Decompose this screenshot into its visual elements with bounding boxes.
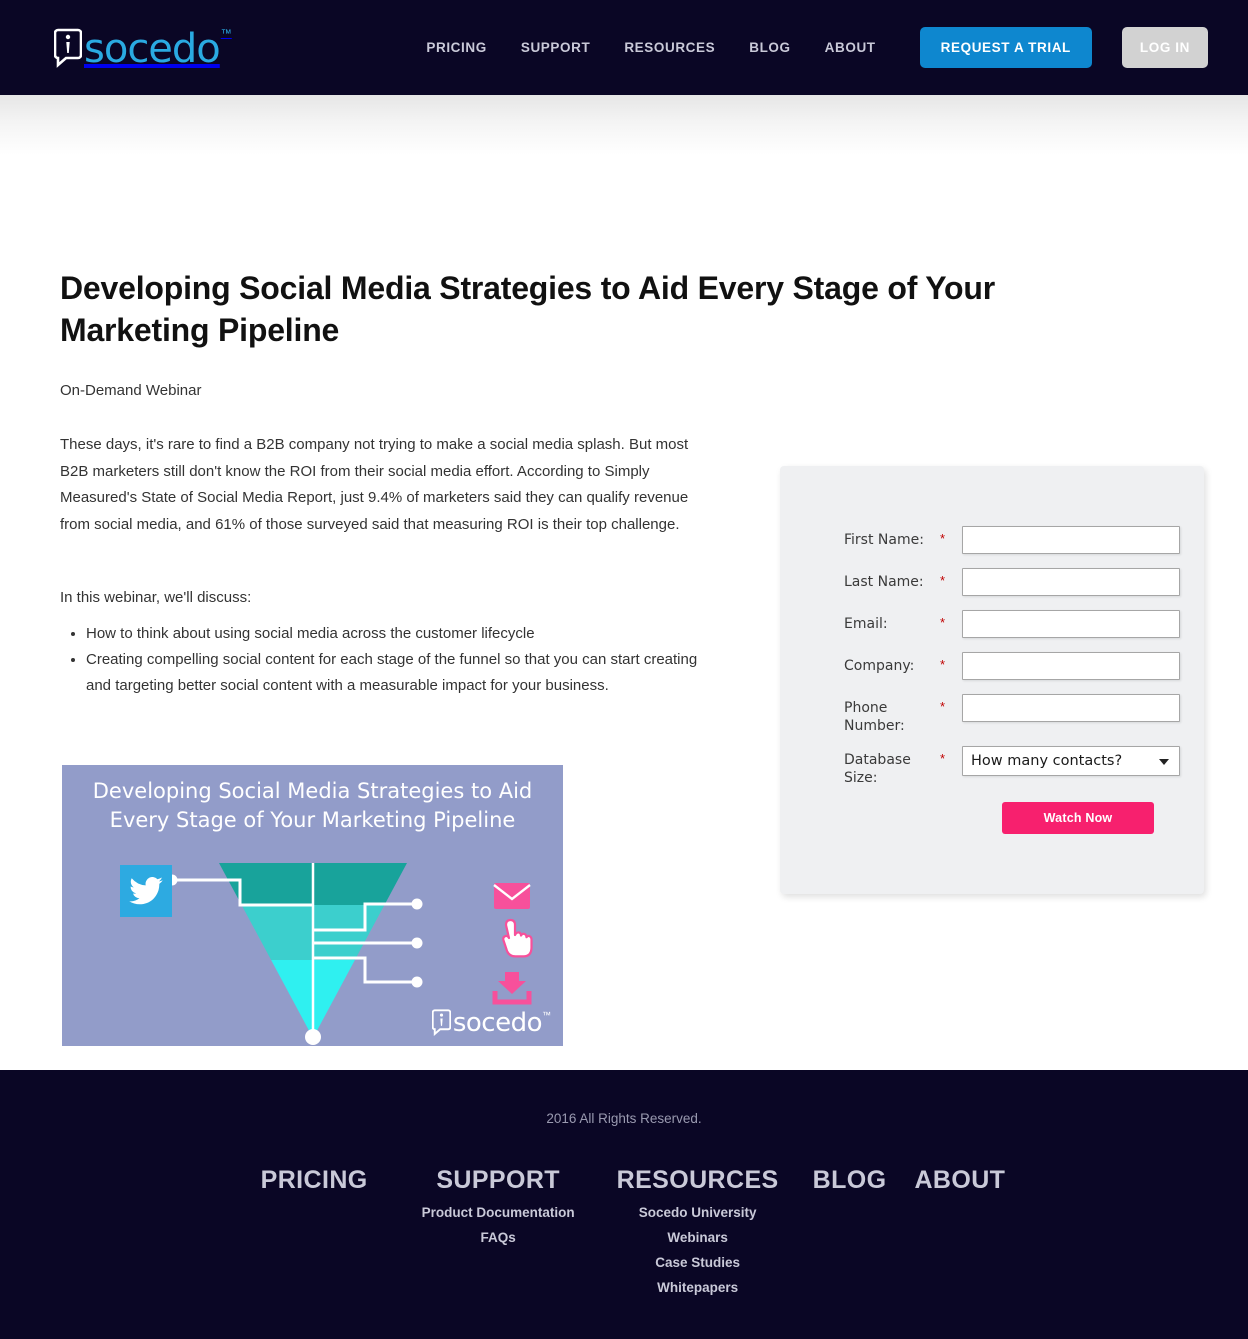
watch-now-button[interactable]: Watch Now (1002, 802, 1154, 834)
logo-wordmark: socedo (84, 25, 221, 72)
header-gradient-strip (0, 95, 1248, 155)
webinar-registration-form: First Name: * Last Name: * Email: * Comp… (780, 466, 1204, 894)
logo-trademark: ™ (220, 27, 232, 40)
page-title: Developing Social Media Strategies to Ai… (60, 270, 996, 349)
footer-link-webinars[interactable]: Webinars (617, 1230, 779, 1245)
log-in-button[interactable]: LOG IN (1121, 27, 1208, 68)
intro-paragraph: These days, it's rare to find a B2B comp… (60, 436, 689, 534)
nav-resources[interactable]: RESOURCES (607, 40, 732, 55)
list-item: How to think about using social media ac… (86, 621, 720, 647)
footer-column-blog: BLOG (799, 1166, 901, 1195)
email-field[interactable] (962, 610, 1180, 638)
footer-link-whitepapers[interactable]: Whitepapers (617, 1280, 779, 1295)
form-row-email: Email: * (844, 610, 1184, 642)
footer-link-support[interactable]: SUPPORT (422, 1166, 575, 1195)
footer-link-blog[interactable]: BLOG (813, 1166, 887, 1195)
company-field[interactable] (962, 652, 1180, 680)
request-trial-button[interactable]: REQUEST A TRIAL (919, 27, 1092, 68)
nav-pricing[interactable]: PRICING (409, 40, 503, 55)
site-footer: 2016 All Rights Reserved. PRICING SUPPOR… (0, 1070, 1248, 1339)
database-size-selected-value: How many contacts? (971, 752, 1123, 769)
footer-navigation: PRICING SUPPORT Product Documentation FA… (0, 1166, 1248, 1295)
twitter-bird-icon (120, 865, 172, 917)
footer-link-about[interactable]: ABOUT (914, 1166, 1005, 1195)
footer-column-resources: RESOURCES Socedo University Webinars Cas… (597, 1166, 799, 1295)
required-asterisk: * (940, 699, 946, 714)
footer-link-product-documentation[interactable]: Product Documentation (422, 1205, 575, 1220)
form-row-last-name: Last Name: * (844, 568, 1184, 600)
required-asterisk: * (940, 657, 946, 672)
thumbnail-socedo-logo: socedo ™ (431, 1007, 551, 1038)
first-name-label: First Name: (844, 532, 924, 548)
form-row-company: Company: * (844, 652, 1184, 684)
footer-column-support: SUPPORT Product Documentation FAQs (400, 1166, 597, 1245)
footer-column-about: ABOUT (900, 1166, 1019, 1195)
form-row-database-size: Database Size: * How many contacts? (844, 745, 1184, 788)
webinar-thumbnail[interactable]: Developing Social Media Strategies to Ai… (62, 765, 563, 1046)
footer-link-resources[interactable]: RESOURCES (617, 1166, 779, 1195)
main-navigation: PRICING SUPPORT RESOURCES BLOG ABOUT REQ… (409, 27, 1208, 68)
download-icon (492, 972, 532, 1005)
main-content: Developing Social Media Strategies to Ai… (0, 155, 1248, 1070)
nav-about[interactable]: ABOUT (808, 40, 893, 55)
last-name-field[interactable] (962, 568, 1180, 596)
webinar-topics-list: How to think about using social media ac… (60, 621, 720, 698)
form-fields-container: First Name: * Last Name: * Email: * Comp… (844, 526, 1184, 798)
last-name-label: Last Name: (844, 574, 924, 590)
nav-support[interactable]: SUPPORT (504, 40, 607, 55)
footer-link-faqs[interactable]: FAQs (422, 1230, 575, 1245)
copyright-text: 2016 All Rights Reserved. (546, 1111, 702, 1126)
form-row-first-name: First Name: * (844, 526, 1184, 558)
footer-link-socedo-university[interactable]: Socedo University (617, 1205, 779, 1220)
required-asterisk: * (940, 531, 946, 546)
chevron-down-icon (1159, 758, 1169, 765)
phone-number-label: Phone Number: (844, 700, 905, 735)
database-size-select[interactable]: How many contacts? (962, 745, 1180, 776)
envelope-icon (493, 883, 531, 909)
content-subtitle: On-Demand Webinar (60, 382, 202, 399)
form-row-phone-number: Phone Number: * (844, 694, 1184, 736)
list-item: Creating compelling social content for e… (86, 647, 720, 699)
required-asterisk: * (940, 615, 946, 630)
email-label: Email: (844, 616, 888, 632)
database-size-label: Database Size: (844, 751, 911, 787)
hand-cursor-icon (502, 918, 533, 958)
footer-link-pricing[interactable]: PRICING (261, 1166, 368, 1195)
phone-number-field[interactable] (962, 694, 1180, 722)
footer-link-case-studies[interactable]: Case Studies (617, 1255, 779, 1270)
required-asterisk: * (940, 750, 946, 766)
bullets-lead-in: In this webinar, we'll discuss: (60, 589, 252, 606)
socedo-bubble-icon (53, 28, 83, 68)
nav-blog[interactable]: BLOG (732, 40, 807, 55)
required-asterisk: * (940, 573, 946, 588)
first-name-field[interactable] (962, 526, 1180, 554)
site-logo[interactable]: socedo ™ (53, 25, 232, 72)
company-label: Company: (844, 658, 915, 674)
thumbnail-logo-trademark: ™ (542, 1009, 551, 1020)
thumbnail-logo-wordmark: socedo (452, 1007, 543, 1038)
footer-column-pricing: PRICING (229, 1166, 400, 1195)
site-header: socedo ™ PRICING SUPPORT RESOURCES BLOG … (0, 0, 1248, 95)
